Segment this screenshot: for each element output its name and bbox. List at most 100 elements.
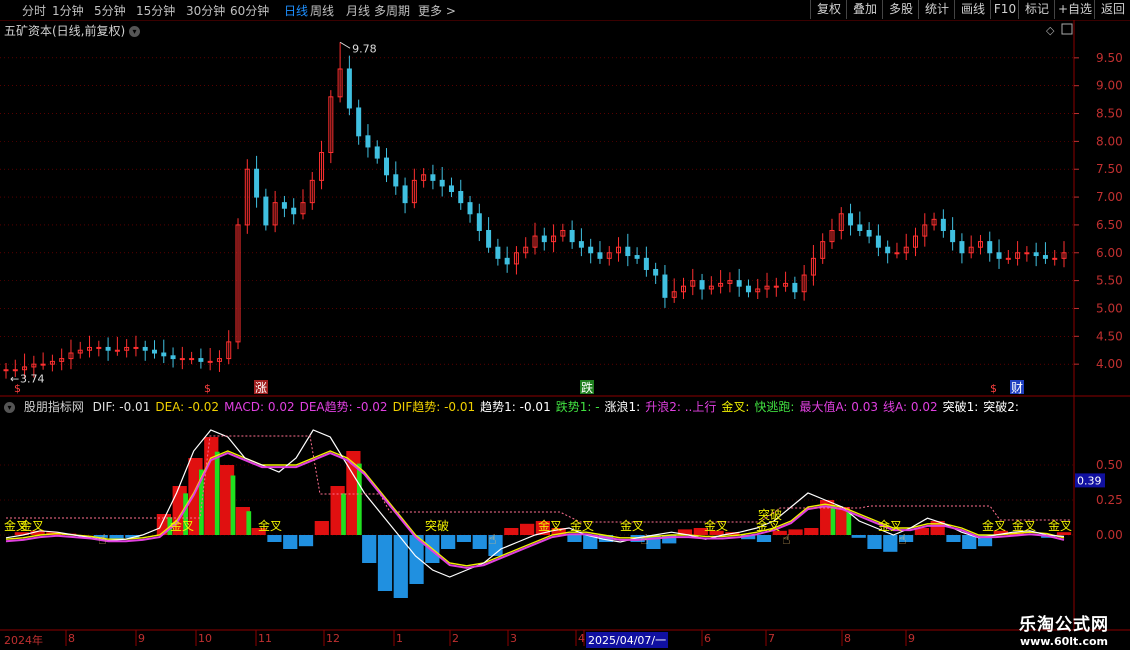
x-axis-label: 8 [844,632,851,645]
diamond-icon: ◇ [1046,24,1055,37]
candle-body [151,349,157,354]
tag-dollar: $ [204,382,211,395]
candle-body [170,355,176,360]
candle-body [263,196,269,226]
hand-icon: ☝ [898,532,907,548]
candle-body [996,252,1002,259]
macd-bar-pos [788,529,803,535]
tag-dollar: $ [14,382,21,395]
candle-body [866,229,872,237]
macd-bar-neg [883,535,898,552]
x-axis-label: 12 [326,632,340,645]
tag-dollar: $ [990,382,997,395]
macd-bar-pos [519,523,535,535]
price-tick-label: 6.50 [1096,218,1123,232]
macd-bar-neg [377,535,393,591]
signal-jincha: 金叉 [258,518,282,533]
ind-tick-label: 0.25 [1096,493,1123,507]
price-tick-label: 7.50 [1096,162,1123,176]
x-axis-label: 4 [578,632,585,645]
chart-canvas[interactable]: ◇ 4.00 4.50 5.00 5.50 6.00 6.50 7.00 7.50 8.00 8.5… [0,0,1130,650]
candle-body [940,218,946,231]
candle-body [486,229,492,248]
x-axis-label: 8 [68,632,75,645]
panel-toggle-icon [1061,23,1073,35]
value-badge-label: 0.39 [1077,474,1102,487]
macd-bar-neg [851,535,866,538]
macd-bar-neg [472,535,487,549]
candle-body [504,257,510,265]
x-axis-label: 9 [138,632,145,645]
ind-tick-label: 0.50 [1096,458,1123,472]
macd-bar-green [356,463,362,535]
signal-jincha: 金叉 [538,518,562,533]
candle-body [1052,257,1058,260]
candle-body [987,241,993,254]
macd-bar-neg [456,535,472,542]
candle-body [699,280,705,290]
price-tick-label: 5.50 [1096,274,1123,288]
candle-body [848,213,854,226]
candle-body [653,268,659,276]
hand-icon: ☝ [488,532,497,548]
candle-body [857,224,863,231]
macd-bar-neg [283,535,298,549]
macd-bar-green [830,505,836,535]
candle-body [495,246,501,259]
x-axis-label: 2024年 [4,634,43,647]
candle-body [189,358,195,361]
tag-die: 跌 [581,380,593,395]
x-axis-label: 2025/04/07/一 [586,632,669,648]
high-label: 9.78 [352,42,377,55]
candle-body [634,255,640,259]
dea-line [5,450,1065,567]
high-marker [339,41,351,49]
candle-body [12,369,18,372]
candle-body [569,229,575,243]
candle-body [1042,255,1048,259]
candle-body [365,135,371,148]
candle-body [374,146,380,159]
macd-bar-neg [962,535,977,549]
price-tick-label: 8.00 [1096,134,1123,148]
macd-bar-neg [756,535,772,542]
candle-body [161,352,167,357]
max-a-line [6,435,1070,523]
price-tick-label: 5.00 [1096,301,1123,315]
macd-bar-green [230,475,236,535]
macd-bar-neg [298,535,314,547]
candle-body [114,349,120,352]
signal-jincha: 金叉 [982,518,1006,533]
signal-jincha: 金叉 [170,518,194,533]
signal-jincha: 金叉 [704,518,728,533]
candle-body [1005,257,1011,260]
signal-tupo: 突破 [758,507,782,522]
candle-body [662,274,668,298]
price-tick-label: 9.50 [1096,51,1123,65]
price-tick-label: 4.00 [1096,357,1123,371]
candle-body [133,346,139,349]
macd-bar-green [246,511,252,535]
candle-body [885,246,891,254]
candle-body [792,282,798,293]
price-tick-label: 4.50 [1096,329,1123,343]
tag-cai: 财 [1011,381,1023,395]
candle-body [281,202,287,209]
x-axis-label: 2 [452,632,459,645]
macd-bar-neg [567,535,582,542]
dif-line [5,429,1065,578]
candle-body [458,191,464,204]
x-axis-label: 1 [396,632,403,645]
candle-body [40,363,46,366]
price-tick-label: 8.50 [1096,107,1123,121]
candle-body [736,280,742,287]
signal-jincha: 金叉 [878,518,902,533]
candle-body [959,241,965,254]
price-tick-label: 9.00 [1096,79,1123,93]
candle-body [578,241,584,248]
ind-tick-label: 0.00 [1096,528,1123,542]
candle-body [745,285,751,293]
candle-body [198,358,204,362]
price-tick-label: 7.00 [1096,190,1123,204]
hand-icon: ☝ [640,532,649,548]
